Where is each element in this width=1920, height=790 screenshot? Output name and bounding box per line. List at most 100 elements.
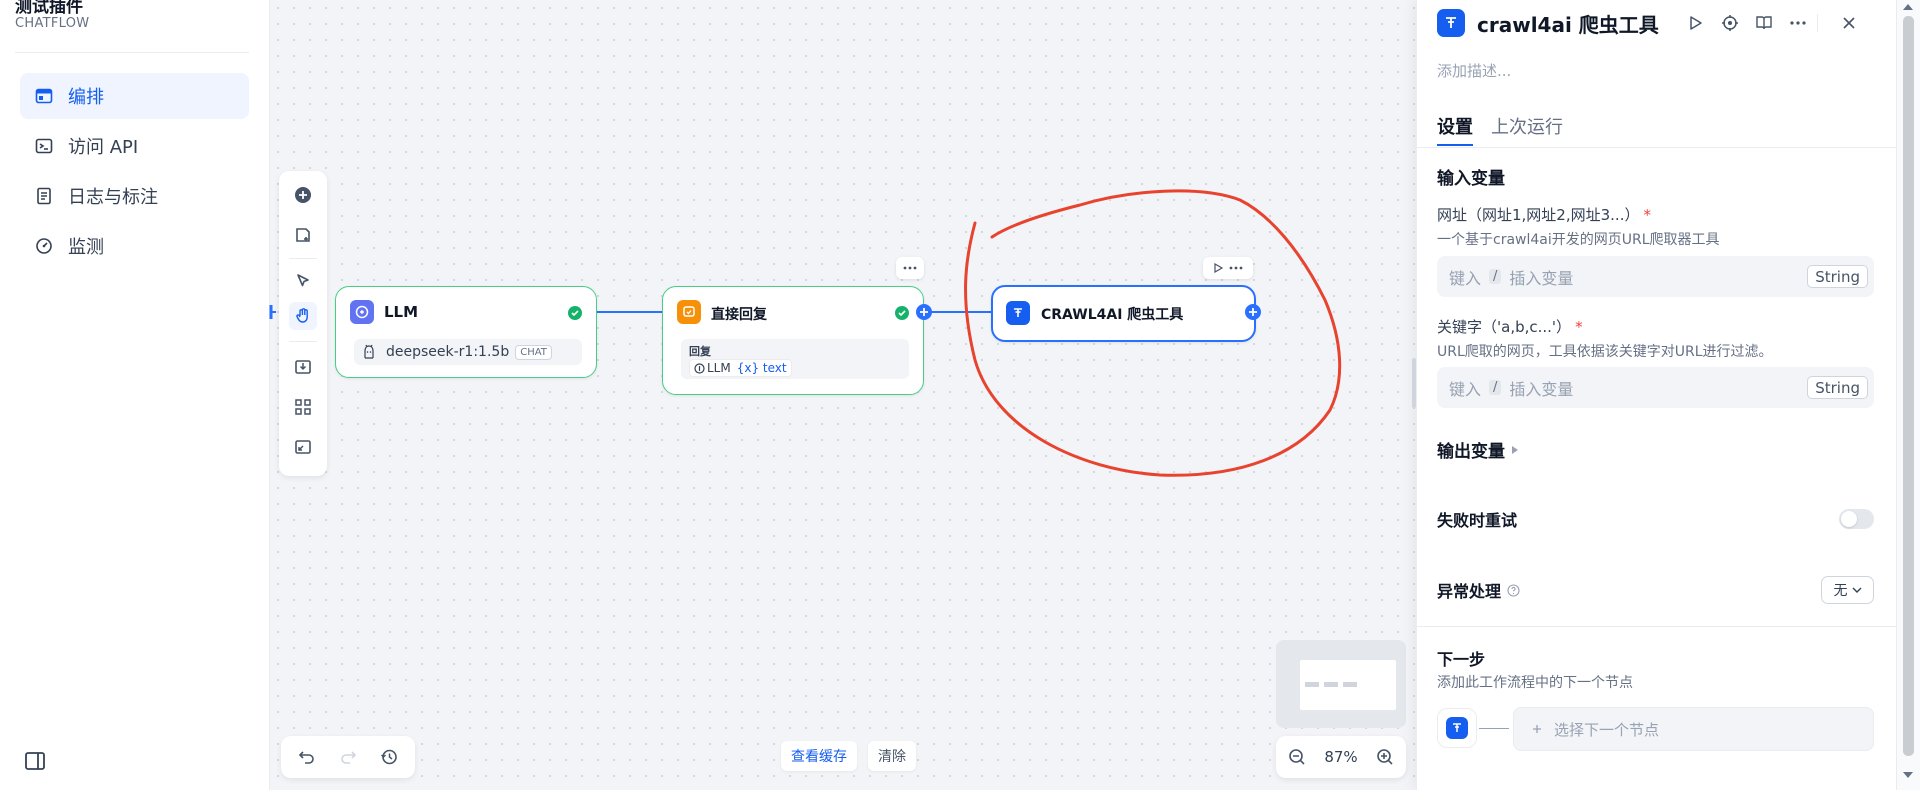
hand-icon[interactable] <box>289 302 317 330</box>
input-variables-heading: 输入变量 <box>1437 169 1505 189</box>
slash-key: / <box>1489 380 1502 395</box>
zoom-level[interactable]: 87% <box>1324 748 1357 766</box>
node-more-icon[interactable] <box>1229 266 1243 270</box>
field-label: 网址（网址1,网址2,网址3...） * <box>1437 204 1651 225</box>
node-more-icon[interactable] <box>896 257 924 279</box>
run-node-icon[interactable] <box>1213 263 1223 273</box>
section-divider <box>1417 626 1896 627</box>
actions-divider <box>1817 14 1818 32</box>
select-next-label: 选择下一个节点 <box>1554 720 1660 739</box>
add-next-handle-icon[interactable] <box>916 304 932 320</box>
reply-content: 回复 LLM {x} text <box>681 339 909 379</box>
error-handling-row: 异常处理 <box>1437 578 1520 602</box>
scrollbar-thumb[interactable] <box>1903 16 1914 756</box>
close-icon[interactable] <box>1838 12 1860 34</box>
node-title: 直接回复 <box>711 307 767 323</box>
retry-label: 失败时重试 <box>1437 511 1518 530</box>
minimap[interactable] <box>1276 640 1406 728</box>
required-mark: * <box>1575 318 1583 336</box>
url-field-hint: 一个基于crawl4ai开发的网页URL爬取器工具 <box>1437 232 1720 248</box>
next-step-heading: 下一步 <box>1437 650 1486 669</box>
success-check-icon <box>895 306 909 320</box>
node-config-panel: crawl4ai 爬虫工具 添加描述... 设置 上次运行 输入变量 网址（网址… <box>1416 0 1896 790</box>
history-icon[interactable] <box>379 747 399 767</box>
canvas-toolbar <box>279 171 327 476</box>
select-value: 无 <box>1833 583 1848 599</box>
add-node-icon[interactable] <box>289 181 317 209</box>
variable-name: {x} text <box>736 361 787 375</box>
answer-icon <box>677 300 701 324</box>
locate-icon[interactable] <box>1719 12 1741 34</box>
redo-icon[interactable] <box>338 747 358 767</box>
url-field-label: 网址（网址1,网址2,网址3...） <box>1437 206 1640 224</box>
docs-icon[interactable] <box>1753 12 1775 34</box>
view-cache-button[interactable]: 查看缓存 <box>781 741 857 771</box>
toggle-knob <box>1841 511 1857 527</box>
more-icon[interactable] <box>1787 12 1809 34</box>
tab-last-run[interactable]: 上次运行 <box>1491 113 1563 139</box>
toolbar-divider <box>289 341 317 342</box>
active-tab-indicator <box>1437 144 1473 146</box>
model-name: deepseek-r1:1.5b <box>386 344 510 360</box>
next-step-hint: 添加此工作流程中的下一个节点 <box>1437 675 1633 691</box>
edges-layer <box>269 189 1342 477</box>
input-placeholder: 键入 <box>1449 268 1482 288</box>
current-node-icon <box>1437 708 1477 748</box>
slash-key: / <box>1489 269 1502 284</box>
answer-node[interactable]: 直接回复 回复 LLM {x} text <box>662 286 924 395</box>
output-variables-toggle[interactable]: 输出变量 <box>1437 437 1519 462</box>
model-selector: deepseek-r1:1.5b CHAT <box>354 339 582 365</box>
undo-icon[interactable] <box>297 747 317 767</box>
zoom-in-icon[interactable] <box>1376 748 1394 766</box>
retry-toggle[interactable] <box>1839 509 1874 529</box>
minimap-viewport <box>1300 660 1396 710</box>
clear-button[interactable]: 清除 <box>868 741 916 771</box>
tab-settings[interactable]: 设置 <box>1437 113 1473 139</box>
input-placeholder: 键入 <box>1449 379 1482 399</box>
llm-node[interactable]: LLM deepseek-r1:1.5b CHAT <box>335 286 597 378</box>
add-next-handle-icon[interactable] <box>1245 304 1261 320</box>
zoom-out-icon[interactable] <box>1288 748 1306 766</box>
tab-divider <box>1417 147 1896 148</box>
scroll-down-icon[interactable] <box>1903 772 1913 778</box>
required-mark: * <box>1643 206 1651 224</box>
llm-small-icon <box>694 362 705 374</box>
reply-label: 回复 <box>689 345 711 358</box>
pointer-icon[interactable] <box>289 267 317 295</box>
panel-resize-handle[interactable] <box>1412 358 1416 408</box>
keyword-field-hint: URL爬取的网页，工具依据该关键字对URL进行过滤。 <box>1437 344 1773 360</box>
input-placeholder-var: 插入变量 <box>1509 379 1574 399</box>
organize-icon[interactable] <box>289 393 317 421</box>
page-scrollbar[interactable] <box>1896 0 1920 790</box>
plus-icon <box>1532 724 1542 734</box>
output-variables-heading: 输出变量 <box>1437 442 1505 462</box>
success-check-icon <box>568 306 582 320</box>
variable-source: LLM <box>707 361 731 375</box>
tool-icon <box>1006 301 1030 325</box>
keyword-input[interactable]: 键入 / 插入变量 String <box>1437 367 1874 408</box>
add-note-icon[interactable] <box>289 221 317 249</box>
node-actions <box>1203 257 1253 279</box>
ollama-icon <box>362 344 376 360</box>
caret-right-icon <box>1511 445 1519 455</box>
keyword-field-label: 关键字（'a,b,c...'） <box>1437 318 1572 336</box>
maximize-icon[interactable] <box>289 433 317 461</box>
select-next-node-button[interactable]: 选择下一个节点 <box>1513 707 1874 751</box>
error-handling-label: 异常处理 <box>1437 582 1502 601</box>
export-icon[interactable] <box>289 353 317 381</box>
toolbar-divider <box>289 258 317 259</box>
run-icon[interactable] <box>1684 12 1706 34</box>
error-handling-select[interactable]: 无 <box>1821 576 1874 604</box>
node-title: CRAWL4AI 爬虫工具 <box>1041 307 1184 323</box>
field-label: 关键字（'a,b,c...'） * <box>1437 316 1583 337</box>
panel-title[interactable]: crawl4ai 爬虫工具 <box>1477 9 1659 38</box>
input-placeholder-var: 插入变量 <box>1509 268 1574 288</box>
scroll-up-icon[interactable] <box>1903 4 1913 10</box>
url-input[interactable]: 键入 / 插入变量 String <box>1437 256 1874 297</box>
help-icon[interactable] <box>1507 583 1520 597</box>
history-controls <box>281 736 415 778</box>
description-input[interactable]: 添加描述... <box>1437 60 1511 81</box>
crawl4ai-node[interactable]: CRAWL4AI 爬虫工具 <box>991 285 1256 342</box>
llm-icon <box>350 300 374 324</box>
type-badge: String <box>1807 265 1868 288</box>
